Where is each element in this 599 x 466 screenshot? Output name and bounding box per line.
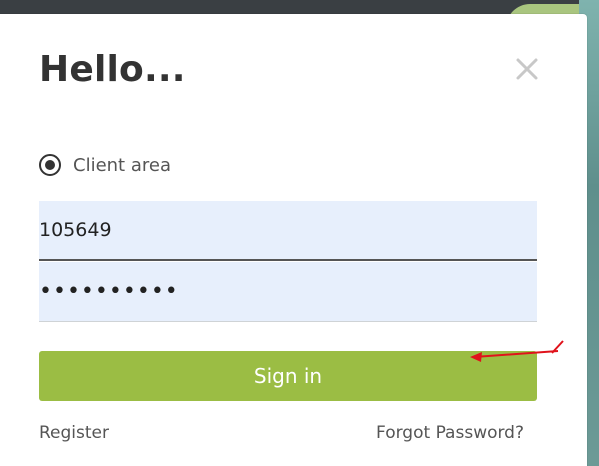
background-window-bar bbox=[0, 0, 599, 14]
client-area-label: Client area bbox=[73, 154, 171, 176]
password-input[interactable] bbox=[39, 262, 537, 322]
sign-in-button[interactable]: Sign in bbox=[39, 351, 537, 401]
client-area-option[interactable]: Client area bbox=[39, 154, 171, 176]
modal-title: Hello... bbox=[39, 49, 186, 90]
client-area-radio[interactable] bbox=[39, 154, 61, 176]
close-icon[interactable] bbox=[512, 54, 542, 84]
login-modal: Hello... Client area Sign in Register Fo… bbox=[0, 14, 587, 466]
radio-selected-dot bbox=[45, 160, 55, 170]
register-link[interactable]: Register bbox=[39, 423, 109, 443]
username-input[interactable] bbox=[39, 201, 537, 261]
forgot-password-link[interactable]: Forgot Password? bbox=[376, 423, 524, 443]
